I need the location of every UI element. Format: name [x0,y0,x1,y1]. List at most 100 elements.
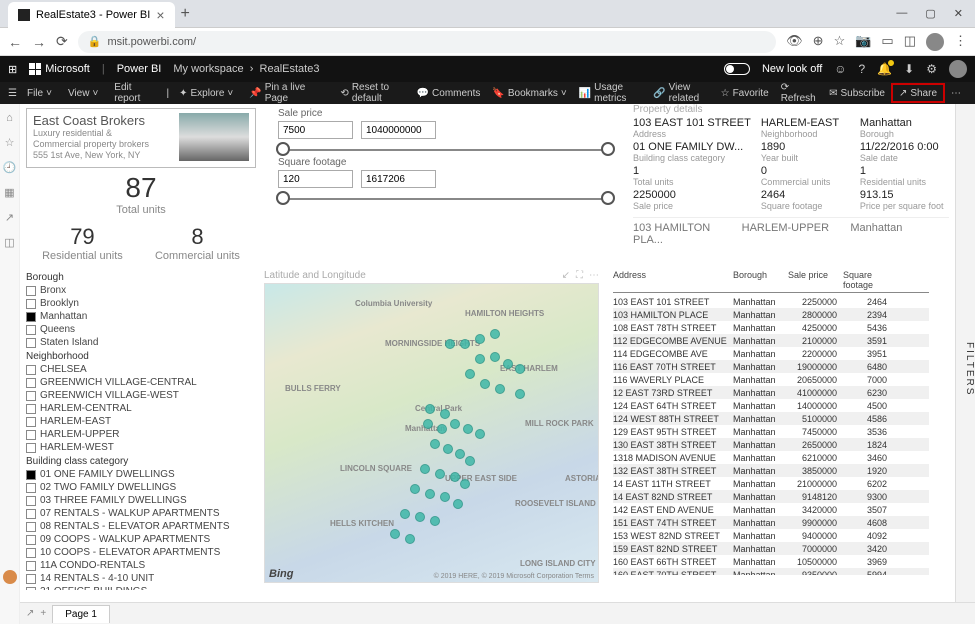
checkbox-icon[interactable] [26,509,36,519]
map-point[interactable] [435,469,445,479]
slider-handle-right[interactable] [601,191,615,205]
expand-icon[interactable]: ↗ [26,608,34,619]
back-icon[interactable]: ← [8,34,22,50]
checkbox-icon[interactable] [26,535,36,545]
checkbox-icon[interactable] [26,483,36,493]
sqft-max-input[interactable] [361,170,436,188]
camera-icon[interactable]: 📷 [855,33,871,51]
map-point[interactable] [440,492,450,502]
checkbox-item[interactable]: GREENWICH VILLAGE-CENTRAL [26,376,256,389]
checkbox-icon[interactable] [26,286,36,296]
checkbox-icon[interactable] [26,299,36,309]
home-icon[interactable]: ⌂ [6,112,13,124]
map-point[interactable] [410,484,420,494]
window-maximize-icon[interactable]: ▢ [925,7,935,20]
cast-icon[interactable]: ▭ [881,33,893,51]
breadcrumb-workspace[interactable]: My workspace [173,63,243,75]
map-point[interactable] [445,339,455,349]
clip-icon[interactable]: ◫ [904,33,916,51]
checkbox-icon[interactable] [26,417,36,427]
map-point[interactable] [460,479,470,489]
eye-icon[interactable]: 👁 [786,33,803,51]
checkbox-item[interactable]: HARLEM-WEST [26,441,256,454]
map-point[interactable] [460,339,470,349]
map-point[interactable] [450,472,460,482]
file-menu[interactable]: File ˅ [21,88,58,99]
bookmarks-menu[interactable]: 🔖 Bookmarks ˅ [486,88,572,99]
checkbox-item[interactable]: HARLEM-EAST [26,415,256,428]
view-menu[interactable]: View ˅ [62,88,104,99]
checkbox-item[interactable]: CHELSEA [26,363,256,376]
window-close-icon[interactable]: ✕ [954,7,963,20]
favorites-icon[interactable]: ☆ [5,136,15,149]
hamburger-icon[interactable]: ☰ [8,88,17,99]
map-point[interactable] [490,329,500,339]
share-button[interactable]: ↗ Share [891,83,945,103]
table-row[interactable]: 103 EAST 101 STREETManhattan22500002464 [613,295,929,308]
recent-icon[interactable]: 🕘 [3,161,17,174]
edit-report-button[interactable]: Edit report [108,82,162,104]
rail-avatar-icon[interactable] [3,570,17,584]
star-icon[interactable]: ☆ [834,33,846,51]
map-point[interactable] [515,389,525,399]
map-point[interactable] [420,464,430,474]
explore-menu[interactable]: ✦ Explore ˅ [173,88,239,99]
new-tab-button[interactable]: + [181,5,190,23]
sale-price-max-input[interactable] [361,121,436,139]
checkbox-item[interactable]: 03 THREE FAMILY DWELLINGS [26,494,256,507]
checkbox-item[interactable]: HARLEM-CENTRAL [26,402,256,415]
checkbox-item[interactable]: 21 OFFICE BUILDINGS [26,585,256,590]
checkbox-icon[interactable] [26,338,36,348]
refresh-button[interactable]: ⟳ Refresh [775,82,823,104]
checkbox-item[interactable]: 14 RENTALS - 4-10 UNIT [26,572,256,585]
slider-handle-left[interactable] [276,191,290,205]
usage-metrics-button[interactable]: 📊 Usage metrics [573,82,648,104]
table-row[interactable]: 112 EDGECOMBE AVENUEManhattan21000003591 [613,334,929,347]
checkbox-item[interactable]: 07 RENTALS - WALKUP APARTMENTS [26,507,256,520]
checkbox-icon[interactable] [26,391,36,401]
checkbox-icon[interactable] [26,312,36,322]
reload-icon[interactable]: ⟳ [56,33,68,50]
map-point[interactable] [450,419,460,429]
map-point[interactable] [405,534,415,544]
checkbox-item[interactable]: GREENWICH VILLAGE-WEST [26,389,256,402]
address-bar[interactable]: 🔒 msit.powerbi.com/ [78,31,776,53]
new-look-toggle[interactable] [724,63,750,75]
table-row[interactable]: 1318 MADISON AVENUEManhattan62100003460 [613,451,929,464]
checkbox-item[interactable]: 08 RENTALS - ELEVATOR APARTMENTS [26,520,256,533]
slider-handle-right[interactable] [601,142,615,156]
checkbox-icon[interactable] [26,365,36,375]
table-row[interactable]: 160 EAST 70TH STREETManhattan93500005994 [613,568,929,575]
notifications-icon[interactable]: 🔔 [877,62,892,76]
map-point[interactable] [440,409,450,419]
data-table[interactable]: AddressBoroughSale priceSquare footage 1… [613,270,929,590]
map-point[interactable] [495,384,505,394]
map-point[interactable] [423,419,433,429]
browser-tab[interactable]: RealEstate3 - Power BI × [8,2,175,28]
download-icon[interactable]: ⬇ [904,62,914,76]
breadcrumb-report[interactable]: RealEstate3 [260,63,320,75]
map-point[interactable] [475,354,485,364]
checkbox-item[interactable]: 09 COOPS - WALKUP APARTMENTS [26,533,256,546]
map-point[interactable] [463,424,473,434]
column-header[interactable]: Sale price [788,270,843,290]
settings-gear-icon[interactable]: ⚙ [926,62,937,76]
filters-pane-toggle[interactable]: FILTERS [955,104,975,624]
window-minimize-icon[interactable]: — [896,7,907,20]
map-point[interactable] [390,529,400,539]
checkbox-icon[interactable] [26,561,36,571]
more-options-icon[interactable]: ⋯ [589,270,599,281]
table-row[interactable]: 12 EAST 73RD STREETManhattan410000006230 [613,386,929,399]
checkbox-item[interactable]: Manhattan [26,310,256,323]
map-point[interactable] [430,439,440,449]
close-tab-icon[interactable]: × [156,7,164,23]
map-point[interactable] [453,499,463,509]
checkbox-icon[interactable] [26,574,36,584]
sqft-slicer[interactable]: Square footage [278,157,613,200]
reset-button[interactable]: ⟲ Reset to default [334,82,410,104]
checkbox-icon[interactable] [26,325,36,335]
table-row[interactable]: 153 WEST 82ND STREETManhattan94000004092 [613,529,929,542]
map-point[interactable] [455,449,465,459]
table-row[interactable]: 14 EAST 11TH STREETManhattan210000006202 [613,477,929,490]
page-tab-1[interactable]: Page 1 [52,605,110,623]
